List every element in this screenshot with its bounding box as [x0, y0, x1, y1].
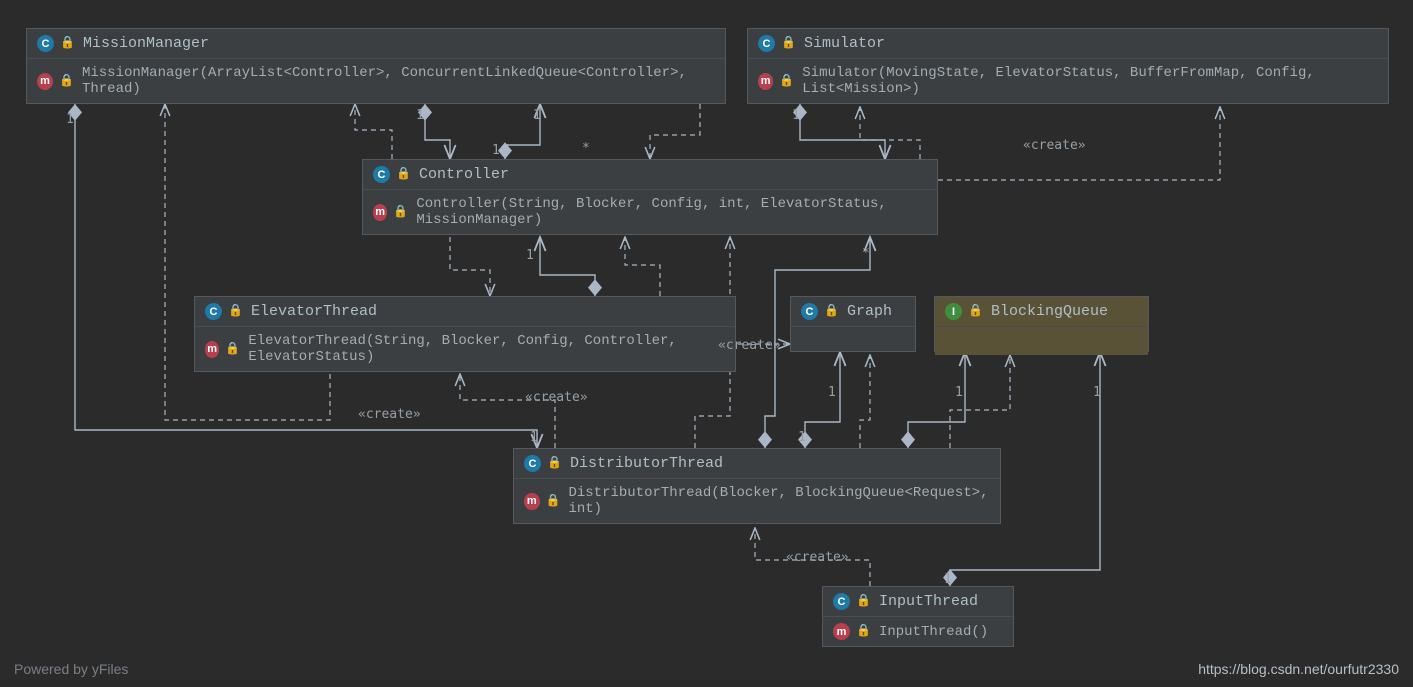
class-icon: C [758, 35, 775, 52]
interface-icon: I [945, 303, 962, 320]
class-icon: C [524, 455, 541, 472]
class-header: I 🔒 BlockingQueue [935, 297, 1148, 327]
stereotype-label: «create» [525, 390, 588, 405]
constructor-signature: ElevatorThread(String, Blocker, Config, … [248, 333, 725, 365]
method-icon: m [758, 73, 773, 90]
lock-icon: 🔒 [968, 303, 983, 318]
class-name: DistributorThread [570, 455, 723, 472]
class-icon: C [373, 166, 390, 183]
class-icon: C [801, 303, 818, 320]
class-header: C 🔒 Controller [363, 160, 937, 190]
class-header: C 🔒 Graph [791, 297, 915, 327]
method-icon: m [37, 73, 53, 90]
class-header: C 🔒 DistributorThread [514, 449, 1000, 479]
class-simulator: C 🔒 Simulator m 🔒 Simulator(MovingState,… [747, 28, 1389, 104]
multiplicity-label: 1 [955, 385, 963, 400]
class-header: C 🔒 InputThread [823, 587, 1013, 617]
lock-icon: 🔒 [60, 35, 75, 50]
lock-icon: 🔒 [856, 593, 871, 608]
class-elevatorthread: C 🔒 ElevatorThread m 🔒 ElevatorThread(St… [194, 296, 736, 372]
stereotype-label: «create» [786, 550, 849, 565]
lock-icon: 🔒 [393, 204, 408, 219]
class-body: m 🔒 DistributorThread(Blocker, BlockingQ… [514, 479, 1000, 523]
constructor-signature: InputThread() [879, 624, 988, 640]
class-body: m 🔒 InputThread() [823, 617, 1013, 646]
class-header: C 🔒 ElevatorThread [195, 297, 735, 327]
multiplicity-label: 1 [416, 108, 424, 123]
multiplicity-label: 1 [828, 385, 836, 400]
multiplicity-label: 1 [492, 143, 500, 158]
class-inputthread: C 🔒 InputThread m 🔒 InputThread() [822, 586, 1014, 647]
class-missionmanager: C 🔒 MissionManager m 🔒 MissionManager(Ar… [26, 28, 726, 104]
constructor-signature: Controller(String, Blocker, Config, int,… [416, 196, 927, 228]
lock-icon: 🔒 [824, 303, 839, 318]
class-body: m 🔒 ElevatorThread(String, Blocker, Conf… [195, 327, 735, 371]
interface-name: BlockingQueue [991, 303, 1108, 320]
class-icon: C [37, 35, 54, 52]
class-name: Controller [419, 166, 509, 183]
class-name: Simulator [804, 35, 885, 52]
powered-by-label: Powered by yFiles [14, 661, 128, 677]
class-name: InputThread [879, 593, 978, 610]
multiplicity-label: * [862, 246, 870, 261]
method-icon: m [833, 623, 850, 640]
multiplicity-label: 1 [66, 112, 74, 127]
class-icon: C [205, 303, 222, 320]
class-name: Graph [847, 303, 892, 320]
lock-icon: 🔒 [779, 73, 794, 88]
lock-icon: 🔒 [228, 303, 243, 318]
source-url-label: https://blog.csdn.net/ourfutr2330 [1198, 661, 1399, 677]
class-name: ElevatorThread [251, 303, 377, 320]
class-icon: C [833, 593, 850, 610]
class-header: C 🔒 Simulator [748, 29, 1388, 59]
lock-icon: 🔒 [547, 455, 562, 470]
multiplicity-label: 1 [792, 108, 800, 123]
multiplicity-label: 1 [526, 248, 534, 263]
stereotype-label: «create» [718, 338, 781, 353]
class-distributorthread: C 🔒 DistributorThread m 🔒 DistributorThr… [513, 448, 1001, 524]
multiplicity-label: * [582, 141, 590, 156]
multiplicity-label: 1 [944, 572, 952, 587]
class-body: m 🔒 Controller(String, Blocker, Config, … [363, 190, 937, 234]
multiplicity-label: 1 [798, 430, 806, 445]
multiplicity-label: 1 [530, 430, 538, 445]
multiplicity-label: 1 [1093, 385, 1101, 400]
method-icon: m [205, 341, 219, 358]
lock-icon: 🔒 [856, 623, 871, 638]
class-body: m 🔒 Simulator(MovingState, ElevatorStatu… [748, 59, 1388, 103]
lock-icon: 🔒 [225, 341, 240, 356]
constructor-signature: DistributorThread(Blocker, BlockingQueue… [568, 485, 990, 517]
lock-icon: 🔒 [546, 493, 561, 508]
method-icon: m [524, 493, 540, 510]
class-name: MissionManager [83, 35, 209, 52]
lock-icon: 🔒 [59, 73, 74, 88]
interface-blockingqueue: I 🔒 BlockingQueue [934, 296, 1149, 352]
lock-icon: 🔒 [781, 35, 796, 50]
stereotype-label: «create» [358, 407, 421, 422]
class-graph: C 🔒 Graph [790, 296, 916, 352]
class-header: C 🔒 MissionManager [27, 29, 725, 59]
method-icon: m [373, 204, 387, 221]
stereotype-label: «create» [1023, 138, 1086, 153]
constructor-signature: Simulator(MovingState, ElevatorStatus, B… [802, 65, 1378, 97]
class-body: m 🔒 MissionManager(ArrayList<Controller>… [27, 59, 725, 103]
constructor-signature: MissionManager(ArrayList<Controller>, Co… [82, 65, 715, 97]
class-body [791, 327, 915, 355]
class-controller: C 🔒 Controller m 🔒 Controller(String, Bl… [362, 159, 938, 235]
lock-icon: 🔒 [396, 166, 411, 181]
class-body [935, 327, 1148, 355]
multiplicity-label: 1 [533, 108, 541, 123]
